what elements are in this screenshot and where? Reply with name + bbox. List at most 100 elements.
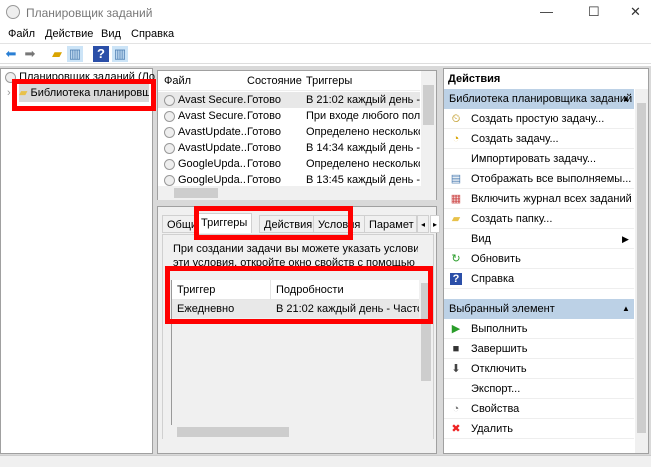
menu-help[interactable]: Справка xyxy=(131,28,174,40)
action-item[interactable]: ⏲ Создать простую задачу... xyxy=(444,109,634,129)
tab-scroll-left[interactable]: ◂ xyxy=(417,215,430,233)
task-trigger: В 14:34 каждый день - Ча xyxy=(306,142,420,154)
task-list-vscrollbar[interactable] xyxy=(421,71,436,186)
task-clock-icon xyxy=(164,156,175,172)
forward-icon[interactable]: ➡ xyxy=(22,46,38,62)
action-item[interactable]: ▦ Включить журнал всех заданий xyxy=(444,189,634,209)
action-item[interactable]: ◔ Создать задачу... xyxy=(444,129,634,149)
trigger-details: В 21:02 каждый день - Частота xyxy=(276,303,420,315)
action-item[interactable]: Экспорт... xyxy=(444,379,634,399)
action-icon: ▤ xyxy=(450,173,462,185)
table-row[interactable]: Avast Secure... Готово В 21:02 каждый де… xyxy=(158,92,420,108)
submenu-arrow-icon: ▶ xyxy=(622,234,629,244)
action-icon xyxy=(450,153,462,165)
action-item[interactable]: ▤ Отображать все выполняемы... xyxy=(444,169,634,189)
collapse-icon[interactable]: ▲ xyxy=(622,299,630,319)
table-row[interactable]: Ежедневно В 21:02 каждый день - Частота xyxy=(172,300,420,318)
col-state[interactable]: Состояние xyxy=(247,75,302,87)
action-icon: ▶ xyxy=(451,323,461,335)
tab-triggers[interactable]: Триггеры xyxy=(196,213,253,233)
task-clock-icon xyxy=(164,108,175,124)
action-label: Удалить xyxy=(471,423,513,435)
actions-vscrollbar[interactable] xyxy=(635,89,648,453)
task-name: AvastUpdate... xyxy=(178,126,246,138)
details-tabs: Общи Триггеры Действия Условия Парамет ◂… xyxy=(162,213,441,235)
menu-bar: Файл Действие Вид Справка xyxy=(0,26,651,44)
task-list-hscrollbar[interactable] xyxy=(158,186,436,200)
action-icon: ⏲ xyxy=(451,113,461,125)
tree-root[interactable]: Планировщик заданий (Ло xyxy=(5,71,155,83)
action-item[interactable]: ■ Завершить xyxy=(444,339,634,359)
action-label: Создать задачу... xyxy=(471,133,559,145)
table-row[interactable]: AvastUpdate... Готово В 14:34 каждый ден… xyxy=(158,140,420,156)
task-name: GoogleUpda... xyxy=(178,158,246,170)
menu-view[interactable]: Вид xyxy=(101,28,121,40)
show-hide-tree-icon[interactable]: ▥ xyxy=(67,46,83,62)
help-icon[interactable]: ? xyxy=(93,46,109,62)
triggers-header: Триггер Подробности xyxy=(172,280,420,300)
table-row[interactable]: Avast Secure... Готово При входе любого … xyxy=(158,108,420,124)
show-hide-actions-icon[interactable]: ▥ xyxy=(112,46,128,62)
task-trigger: В 21:02 каждый день - Ча xyxy=(306,94,420,106)
action-icon: ⬇ xyxy=(451,363,461,375)
action-item[interactable]: Вид ▶ xyxy=(444,229,634,249)
details-hscrollbar[interactable] xyxy=(163,425,433,439)
task-trigger: Определено несколько т xyxy=(306,158,420,170)
action-item[interactable]: ✖ Удалить xyxy=(444,419,634,439)
tree-item-library[interactable]: ▰ Библиотека планировщ xyxy=(19,84,149,102)
section-selected[interactable]: Выбранный элемент ▲ xyxy=(444,299,634,319)
up-folder-icon[interactable]: ▰ xyxy=(49,46,65,62)
section-selected-label: Выбранный элемент xyxy=(449,303,555,315)
tab-actions[interactable]: Действия xyxy=(259,215,318,233)
menu-action[interactable]: Действие xyxy=(45,28,93,40)
action-item[interactable]: ⬇ Отключить xyxy=(444,359,634,379)
action-item[interactable]: Импортировать задачу... xyxy=(444,149,634,169)
col-details[interactable]: Подробности xyxy=(276,284,344,296)
window-title: Планировщик заданий xyxy=(26,6,153,20)
action-label: Справка xyxy=(471,273,515,285)
status-bar xyxy=(0,455,651,467)
table-row[interactable]: AvastUpdate... Готово Определено несколь… xyxy=(158,124,420,140)
details-vscrollbar[interactable] xyxy=(419,265,433,425)
action-item[interactable]: ? Справка xyxy=(444,269,634,289)
expand-icon[interactable]: › xyxy=(7,87,11,99)
actions-pane: Действия Библиотека планировщика заданий… xyxy=(443,68,649,454)
back-icon[interactable]: ⬅ xyxy=(3,46,19,62)
action-label: Вид xyxy=(471,233,491,245)
task-clock-icon xyxy=(164,124,175,140)
tab-scroll-right[interactable]: ▸ xyxy=(430,215,441,233)
minimize-button[interactable]: — xyxy=(540,4,553,19)
col-triggers[interactable]: Триггеры xyxy=(306,75,352,87)
col-trigger[interactable]: Триггер xyxy=(177,284,215,296)
task-list-header: Файл Состояние Триггеры xyxy=(158,71,420,91)
maximize-button[interactable]: ☐ xyxy=(588,4,600,20)
action-icon: ▰ xyxy=(451,213,461,225)
tab-conditions[interactable]: Условия xyxy=(313,215,366,233)
task-list: Файл Состояние Триггеры Avast Secure... … xyxy=(157,70,437,200)
tab-settings[interactable]: Парамет xyxy=(364,215,417,233)
action-label: Отображать все выполняемы... xyxy=(471,173,632,185)
col-file[interactable]: Файл xyxy=(164,75,191,87)
info-line-2: эти условия, откройте окно свойств с пом… xyxy=(173,257,418,269)
menu-file[interactable]: Файл xyxy=(8,28,35,40)
action-label: Создать простую задачу... xyxy=(471,113,605,125)
action-label: Отключить xyxy=(471,363,527,375)
action-icon: ▦ xyxy=(450,193,462,205)
task-name: Avast Secure... xyxy=(178,94,246,106)
close-button[interactable]: ✕ xyxy=(630,4,641,20)
action-icon: ■ xyxy=(452,343,460,355)
action-item[interactable]: ↻ Обновить xyxy=(444,249,634,269)
collapse-icon[interactable]: ▲ xyxy=(622,89,630,109)
section-library[interactable]: Библиотека планировщика заданий ▲ xyxy=(444,89,634,109)
info-line-1: При создании задачи вы можете указать ус… xyxy=(173,243,418,255)
task-name: Avast Secure... xyxy=(178,110,246,122)
actions-header: Действия xyxy=(448,73,501,85)
action-icon: ◔ xyxy=(452,133,460,145)
action-item[interactable]: ▶ Выполнить xyxy=(444,319,634,339)
action-label: Выполнить xyxy=(471,323,528,335)
action-item[interactable]: ◔ Свойства xyxy=(444,399,634,419)
action-icon: ◔ xyxy=(452,403,460,415)
action-item[interactable]: ▰ Создать папку... xyxy=(444,209,634,229)
table-row[interactable]: GoogleUpda... Готово Определено нескольк… xyxy=(158,156,420,172)
action-label: Включить журнал всех заданий xyxy=(471,193,632,205)
